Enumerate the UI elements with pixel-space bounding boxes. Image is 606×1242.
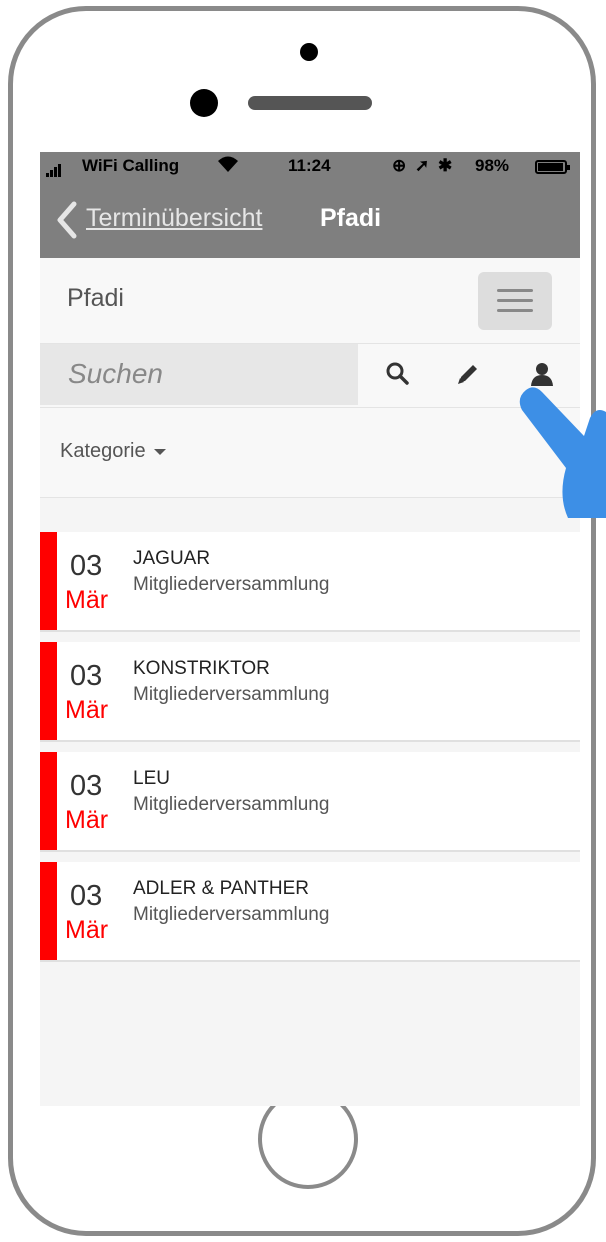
- search-input[interactable]: [68, 357, 338, 391]
- app-screen: WiFi Calling 11:24 ⊕ ➚ ✱ 98% Terminübers…: [40, 152, 580, 1106]
- front-camera: [190, 89, 218, 117]
- event-subtitle: Mitgliederversammlung: [133, 794, 330, 815]
- event-month: Mär: [65, 586, 109, 614]
- category-label: Kategorie: [60, 440, 146, 462]
- proximity-sensor: [300, 43, 318, 61]
- clock: 11:24: [288, 156, 331, 175]
- status-bar: WiFi Calling 11:24 ⊕ ➚ ✱ 98%: [40, 152, 580, 180]
- list-item[interactable]: 03 Mär LEU Mitgliederversammlung: [40, 752, 580, 852]
- navigation-bar: Terminübersicht Pfadi: [40, 180, 580, 258]
- category-stripe: [40, 532, 57, 630]
- nav-title: Pfadi: [320, 204, 382, 232]
- list-item[interactable]: 03 Mär KONSTRIKTOR Mitgliederversammlung: [40, 642, 580, 742]
- pencil-icon[interactable]: [454, 360, 482, 388]
- earpiece-speaker: [248, 96, 372, 110]
- orientation-lock-icon: ⊕: [392, 156, 409, 175]
- event-list: 03 Mär JAGUAR Mitgliederversammlung 03 M…: [40, 532, 580, 972]
- list-item[interactable]: 03 Mär JAGUAR Mitgliederversammlung: [40, 532, 580, 632]
- hamburger-icon: [497, 289, 533, 292]
- search-icon[interactable]: [384, 360, 412, 388]
- event-title: LEU: [133, 768, 170, 789]
- filter-bar: Kategorie: [40, 408, 580, 498]
- category-stripe: [40, 862, 57, 960]
- carrier-label: WiFi Calling: [82, 156, 180, 175]
- location-icon: ➚: [414, 156, 432, 175]
- app-header: Pfadi: [40, 258, 580, 344]
- category-stripe: [40, 642, 57, 740]
- search-toolbar: [40, 344, 580, 408]
- event-month: Mär: [65, 916, 109, 944]
- event-day: 03: [70, 550, 103, 582]
- event-title: KONSTRIKTOR: [133, 658, 270, 679]
- brand-title[interactable]: Pfadi: [67, 284, 124, 313]
- event-day: 03: [70, 880, 103, 912]
- category-stripe: [40, 752, 57, 850]
- battery-icon: [535, 160, 570, 174]
- bluetooth-icon: ✱: [437, 156, 455, 175]
- category-dropdown[interactable]: Kategorie: [60, 440, 166, 463]
- tap-pointer-icon: [519, 387, 606, 518]
- event-month: Mär: [65, 806, 109, 834]
- caret-down-icon: [153, 448, 166, 455]
- menu-toggle-button[interactable]: [478, 272, 552, 330]
- event-title: JAGUAR: [133, 548, 211, 569]
- signal-icon: [46, 157, 62, 177]
- search-box[interactable]: [40, 344, 358, 405]
- event-day: 03: [70, 770, 103, 802]
- event-subtitle: Mitgliederversammlung: [133, 904, 330, 925]
- event-day: 03: [70, 660, 103, 692]
- back-button[interactable]: Terminübersicht: [86, 204, 262, 233]
- back-chevron-icon[interactable]: [54, 200, 80, 240]
- battery-percent: 98%: [475, 156, 510, 175]
- event-subtitle: Mitgliederversammlung: [133, 574, 330, 595]
- event-month: Mär: [65, 696, 109, 724]
- event-subtitle: Mitgliederversammlung: [133, 684, 330, 705]
- wifi-icon: [216, 154, 240, 179]
- event-title: ADLER & PANTHER: [133, 878, 309, 899]
- list-item[interactable]: 03 Mär ADLER & PANTHER Mitgliederversamm…: [40, 862, 580, 962]
